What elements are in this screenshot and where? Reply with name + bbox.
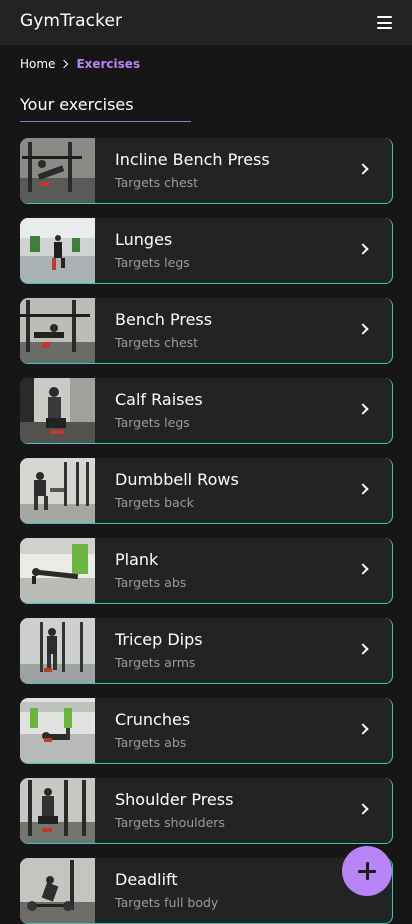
breadcrumb: Home Exercises <box>20 56 140 72</box>
add-exercise-button[interactable] <box>342 846 392 896</box>
exercise-target: Targets chest <box>115 175 199 190</box>
app-title: GymTracker <box>20 11 123 31</box>
exercise-card[interactable]: Plank Targets abs <box>20 538 393 604</box>
section-title-underline <box>20 121 191 122</box>
exercise-thumbnail <box>20 378 95 443</box>
exercise-thumbnail <box>20 618 95 683</box>
exercise-thumbnail <box>20 298 95 363</box>
exercise-target: Targets legs <box>115 255 190 270</box>
chevron-right-icon <box>357 403 369 415</box>
exercise-thumbnail <box>20 458 95 523</box>
chevron-right-icon <box>357 723 369 735</box>
exercise-name: Deadlift <box>115 870 178 889</box>
exercise-card[interactable]: Lunges Targets legs <box>20 218 393 284</box>
exercise-card[interactable]: Dumbbell Rows Targets back <box>20 458 393 524</box>
exercise-card[interactable]: Shoulder Press Targets shoulders <box>20 778 393 844</box>
exercise-target: Targets shoulders <box>115 815 225 830</box>
exercise-name: Tricep Dips <box>115 630 203 649</box>
chevron-right-icon <box>357 243 369 255</box>
exercise-name: Dumbbell Rows <box>115 470 239 489</box>
hamburger-menu-icon[interactable] <box>377 16 392 29</box>
exercise-target: Targets legs <box>115 415 190 430</box>
exercise-target: Targets chest <box>115 335 199 350</box>
exercise-target: Targets abs <box>115 575 187 590</box>
exercise-name: Bench Press <box>115 310 213 329</box>
breadcrumb-current: Exercises <box>76 57 141 71</box>
exercise-name: Incline Bench Press <box>115 150 270 169</box>
chevron-right-icon <box>60 59 69 69</box>
exercise-thumbnail <box>20 538 95 603</box>
exercise-thumbnail <box>20 138 95 203</box>
exercise-card[interactable]: Calf Raises Targets legs <box>20 378 393 444</box>
exercise-name: Crunches <box>115 710 191 729</box>
exercise-target: Targets full body <box>115 895 219 910</box>
plus-icon <box>358 862 376 880</box>
exercise-card[interactable]: Incline Bench Press Targets chest <box>20 138 393 204</box>
exercise-card[interactable]: Bench Press Targets chest <box>20 298 393 364</box>
exercise-thumbnail <box>20 698 95 763</box>
breadcrumb-home-link[interactable]: Home <box>20 57 55 71</box>
exercise-thumbnail <box>20 218 95 283</box>
chevron-right-icon <box>357 803 369 815</box>
chevron-right-icon <box>357 163 369 175</box>
exercise-thumbnail <box>20 778 95 843</box>
chevron-right-icon <box>357 483 369 495</box>
exercise-target: Targets arms <box>115 655 196 670</box>
chevron-right-icon <box>357 563 369 575</box>
exercise-name: Shoulder Press <box>115 790 234 809</box>
exercise-card[interactable]: Tricep Dips Targets arms <box>20 618 393 684</box>
exercise-card[interactable]: Deadlift Targets full body <box>20 858 393 924</box>
chevron-right-icon <box>357 643 369 655</box>
section-title: Your exercises <box>20 95 134 114</box>
exercise-thumbnail <box>20 858 95 923</box>
exercise-card[interactable]: Crunches Targets abs <box>20 698 393 764</box>
exercise-target: Targets abs <box>115 735 187 750</box>
exercise-name: Plank <box>115 550 159 569</box>
exercise-target: Targets back <box>115 495 194 510</box>
chevron-right-icon <box>357 323 369 335</box>
exercise-name: Calf Raises <box>115 390 203 409</box>
top-app-bar: GymTracker <box>0 0 412 45</box>
exercise-name: Lunges <box>115 230 173 249</box>
